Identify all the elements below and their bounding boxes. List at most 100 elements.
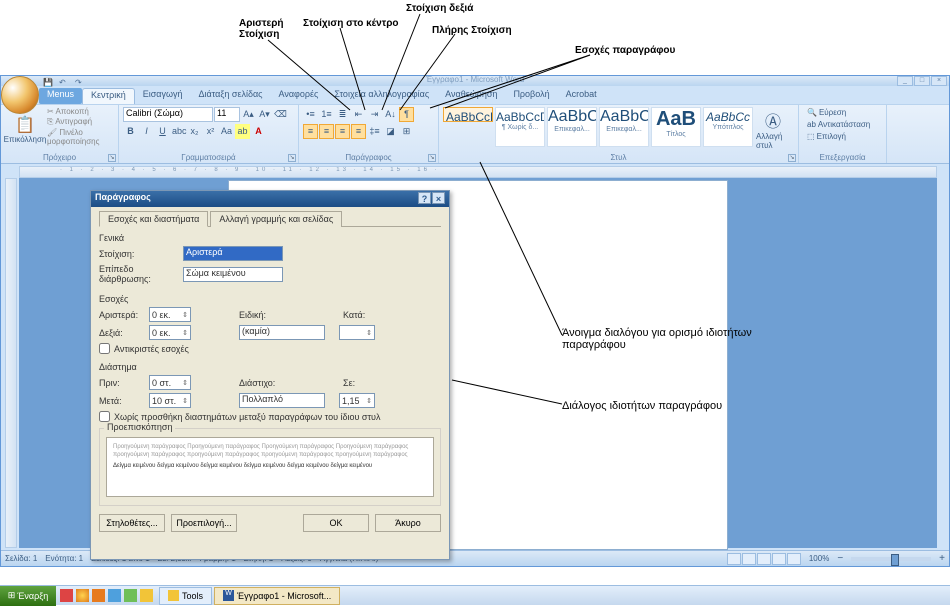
tray-folder-icon[interactable] xyxy=(140,589,153,602)
borders-button[interactable]: ⊞ xyxy=(399,124,414,139)
taskbar-item-tools[interactable]: Tools xyxy=(159,587,212,605)
styles-dialog-launcher[interactable]: ↘ xyxy=(788,154,796,162)
style-nospace[interactable]: AaBbCcDc¶ Χωρίς δ... xyxy=(495,107,545,147)
zoom-percent[interactable]: 100% xyxy=(809,554,829,563)
font-size-combo[interactable]: 11 xyxy=(214,107,240,122)
italic-button[interactable]: I xyxy=(139,124,154,139)
zoom-slider[interactable] xyxy=(851,557,931,561)
copy-button[interactable]: ⎘ Αντιγραφή xyxy=(47,117,114,127)
font-color-button[interactable]: A xyxy=(251,124,266,139)
font-name-combo[interactable]: Calibri (Σώμα) xyxy=(123,107,213,122)
default-button[interactable]: Προεπιλογή... xyxy=(171,514,237,532)
before-spin[interactable]: 0 στ. xyxy=(149,375,191,390)
taskbar-item-word[interactable]: W Έγγραφο1 - Microsoft... xyxy=(214,587,340,605)
tab-references[interactable]: Αναφορές xyxy=(271,88,327,104)
start-button[interactable]: ⊞ Έναρξη xyxy=(0,586,56,606)
by-spin[interactable] xyxy=(339,325,375,340)
clear-format-button[interactable]: ⌫ xyxy=(273,107,288,122)
dialog-help-button[interactable]: ? xyxy=(418,192,431,204)
paragraph-dialog-launcher[interactable]: ↘ xyxy=(428,154,436,162)
indent-left-spin[interactable]: 0 εκ. xyxy=(149,307,191,322)
tray-firefox-icon[interactable] xyxy=(92,589,105,602)
strike-button[interactable]: abc xyxy=(171,124,186,139)
show-marks-button[interactable]: ¶ xyxy=(399,107,414,122)
spacing-label: Διάστημα xyxy=(99,362,441,372)
format-painter-button[interactable]: 🖌 Πινέλο μορφοποίησης xyxy=(47,128,114,146)
style-h1[interactable]: AaBbCΕπικεφαλ... xyxy=(547,107,597,147)
special-select[interactable]: (καμία) xyxy=(239,325,325,340)
office-button[interactable] xyxy=(1,76,39,114)
style-normal[interactable]: AaBbCcDc¶ Βασικό xyxy=(443,107,493,122)
tab-home[interactable]: Κεντρική xyxy=(82,88,135,104)
tray-icon-5[interactable] xyxy=(124,589,137,602)
view-draft[interactable] xyxy=(787,553,801,565)
horizontal-ruler[interactable]: · 1 · 2 · 3 · 4 · 5 · 6 · 7 · 8 · 9 · 10… xyxy=(19,166,937,178)
style-title[interactable]: AaBΤίτλος xyxy=(651,107,701,147)
align-center-button[interactable]: ≡ xyxy=(319,124,334,139)
vertical-ruler[interactable] xyxy=(5,178,17,548)
tab-review[interactable]: Αναθεώρηση xyxy=(437,88,505,104)
change-styles-button[interactable]: ⒶΑλλαγή στυλ xyxy=(755,107,791,151)
bold-button[interactable]: B xyxy=(123,124,138,139)
ok-button[interactable]: OK xyxy=(303,514,369,532)
zoom-out[interactable]: − xyxy=(837,553,843,564)
align-right-button[interactable]: ≡ xyxy=(335,124,350,139)
after-spin[interactable]: 10 στ. xyxy=(149,393,191,408)
cancel-button[interactable]: Άκυρο xyxy=(375,514,441,532)
close-button[interactable]: × xyxy=(931,76,947,86)
view-outline[interactable] xyxy=(772,553,786,565)
dialog-tab-indents[interactable]: Εσοχές και διαστήματα xyxy=(99,211,208,227)
replace-button[interactable]: abΑντικατάσταση xyxy=(803,119,882,130)
select-button[interactable]: ⬚Επιλογή xyxy=(803,131,882,142)
tray-icon-1[interactable] xyxy=(60,589,73,602)
alignment-select[interactable]: Αριστερά xyxy=(183,246,283,261)
indent-right-spin[interactable]: 0 εκ. xyxy=(149,325,191,340)
zoom-in[interactable]: + xyxy=(939,553,945,564)
linespacing-select[interactable]: Πολλαπλό xyxy=(239,393,325,408)
maximize-button[interactable]: □ xyxy=(914,76,930,86)
numbering-button[interactable]: 1≡ xyxy=(319,107,334,122)
decrease-indent-button[interactable]: ⇤ xyxy=(351,107,366,122)
line-spacing-button[interactable]: ‡≡ xyxy=(367,124,382,139)
tray-ie-icon[interactable] xyxy=(108,589,121,602)
view-full-screen[interactable] xyxy=(742,553,756,565)
superscript-button[interactable]: x² xyxy=(203,124,218,139)
find-button[interactable]: 🔍Εύρεση xyxy=(803,107,882,118)
highlight-button[interactable]: ab xyxy=(235,124,250,139)
increase-indent-button[interactable]: ⇥ xyxy=(367,107,382,122)
grow-font-button[interactable]: A▴ xyxy=(241,107,256,122)
tab-mailings[interactable]: Στοιχεία αλληλογραφίας xyxy=(326,88,437,104)
clipboard-dialog-launcher[interactable]: ↘ xyxy=(108,154,116,162)
sort-button[interactable]: A↓ xyxy=(383,107,398,122)
cut-button[interactable]: ✂ Αποκοπή xyxy=(47,107,114,116)
underline-button[interactable]: U xyxy=(155,124,170,139)
tab-insert[interactable]: Εισαγωγή xyxy=(135,88,191,104)
bullets-button[interactable]: •≡ xyxy=(303,107,318,122)
tab-layout[interactable]: Διάταξη σελίδας xyxy=(191,88,271,104)
tab-menus[interactable]: Menus xyxy=(39,88,82,104)
at-spin[interactable]: 1,15 xyxy=(339,393,375,408)
noadd-checkbox[interactable] xyxy=(99,411,110,422)
font-dialog-launcher[interactable]: ↘ xyxy=(288,154,296,162)
dialog-close-button[interactable]: × xyxy=(432,192,445,204)
justify-button[interactable]: ≡ xyxy=(351,124,366,139)
minimize-button[interactable]: _ xyxy=(897,76,913,86)
tab-view[interactable]: Προβολή xyxy=(505,88,557,104)
style-h2[interactable]: AaBbCcΕπικεφαλ... xyxy=(599,107,649,147)
paste-button[interactable]: 📋 Επικόλληση xyxy=(5,107,45,151)
shrink-font-button[interactable]: A▾ xyxy=(257,107,272,122)
view-web[interactable] xyxy=(757,553,771,565)
tabs-button[interactable]: Στηλοθέτες... xyxy=(99,514,165,532)
shading-button[interactable]: ◪ xyxy=(383,124,398,139)
outline-select[interactable]: Σώμα κειμένου xyxy=(183,267,283,282)
multilevel-button[interactable]: ≣ xyxy=(335,107,350,122)
tab-acrobat[interactable]: Acrobat xyxy=(558,88,605,104)
tray-chrome-icon[interactable] xyxy=(76,589,89,602)
case-button[interactable]: Aa xyxy=(219,124,234,139)
align-left-button[interactable]: ≡ xyxy=(303,124,318,139)
dialog-tab-breaks[interactable]: Αλλαγή γραμμής και σελίδας xyxy=(210,211,342,227)
style-subtitle[interactable]: AaBbCcΥπότιτλος xyxy=(703,107,753,147)
subscript-button[interactable]: x₂ xyxy=(187,124,202,139)
view-print-layout[interactable] xyxy=(727,553,741,565)
mirror-indent-checkbox[interactable] xyxy=(99,343,110,354)
